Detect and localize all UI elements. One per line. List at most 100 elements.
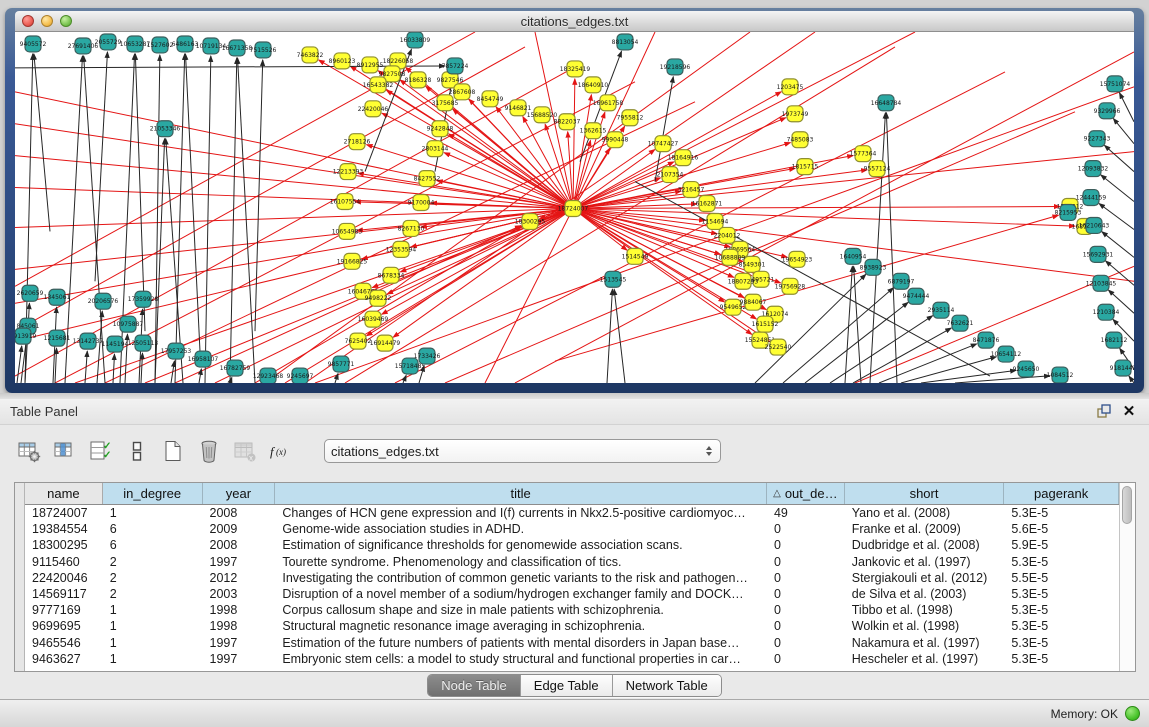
table-cell[interactable]: 0 [767,522,845,536]
network-node[interactable]: 9329966 [1094,103,1121,119]
network-edge[interactable] [607,289,612,383]
table-cell[interactable]: 5.3E-5 [1004,555,1119,569]
network-canvas[interactable]: 1872400718300295896012389129551822605898… [15,32,1134,383]
table-scrollbar-thumb[interactable] [1122,486,1132,524]
table-cell[interactable]: 6 [103,522,203,536]
table-cell[interactable]: 5.5E-5 [1004,571,1119,585]
network-node[interactable]: 16671358 [222,40,253,56]
table-cell[interactable]: de Silva et al. (2003) [845,587,1005,601]
column-header-short[interactable]: short [845,483,1005,504]
network-node[interactable]: 19218596 [660,59,691,75]
network-node[interactable]: 10654112 [991,346,1022,362]
column-header-title[interactable]: title [275,483,767,504]
table-row[interactable]: 1830029562008Estimation of significance … [25,537,1119,553]
network-node[interactable]: 6879197 [888,273,915,289]
network-node[interactable]: 16961758 [593,95,624,111]
table-cell[interactable]: Dudbridge et al. (2008) [845,538,1005,552]
table-row[interactable]: 977716911998Corpus callosum shape and si… [25,602,1119,618]
column-header-pagerank[interactable]: pagerank [1004,483,1119,504]
network-node[interactable]: 9170004 [408,195,435,211]
network-node[interactable]: 20206576 [88,293,119,309]
column-header-out_de[interactable]: △out_de… [767,483,845,504]
network-edge[interactable] [185,54,200,351]
table-cell[interactable]: 9777169 [25,603,103,617]
network-node[interactable]: 8454749 [477,91,504,107]
table-cell[interactable]: 1 [103,652,203,666]
network-node[interactable]: 2803144 [422,141,449,157]
network-node[interactable]: 8822037 [554,114,581,130]
table-row[interactable]: 2242004622012Investigating the contribut… [25,570,1119,586]
network-node[interactable]: 12213393 [333,164,364,180]
network-node[interactable]: 1577364 [850,146,877,162]
network-edge[interactable] [573,79,575,200]
table-cell[interactable]: 14569117 [25,587,103,601]
network-edge[interactable] [141,353,143,383]
table-row[interactable]: 946362711997Embryonic stem cells: a mode… [25,651,1119,667]
network-edge[interactable] [1119,93,1134,122]
table-cell[interactable]: Nakamura et al. (1997) [845,636,1005,650]
column-header-year[interactable]: year [203,483,276,504]
table-cell[interactable]: Genome-wide association studies in ADHD. [275,522,767,536]
table-cell[interactable]: 5.3E-5 [1004,603,1119,617]
table-cell[interactable]: Changes of HCN gene expression and I(f) … [275,506,767,520]
select-columns-button[interactable] [50,436,80,466]
close-panel-button[interactable]: ✕ [1119,403,1139,421]
table-cell[interactable]: 2009 [203,522,276,536]
table-row[interactable]: 1938455462009Genome-wide association stu… [25,521,1119,537]
table-cell[interactable]: 1998 [203,619,276,633]
network-node[interactable]: 9405572 [20,36,47,52]
table-row[interactable]: 969969511998Structural magnetic resonanc… [25,618,1119,634]
column-header-name[interactable]: name [25,483,103,504]
table-cell[interactable]: 0 [767,538,845,552]
network-node[interactable]: 12505113 [128,335,159,351]
table-cell[interactable]: 5.9E-5 [1004,538,1119,552]
float-panel-button[interactable] [1093,403,1113,421]
table-cell[interactable]: Wolkin et al. (1998) [845,619,1005,633]
column-pair-button[interactable] [122,436,152,466]
function-builder-button[interactable]: f (x) [266,436,296,466]
table-cell[interactable]: 22420046 [25,571,103,585]
network-node[interactable]: 16914479 [370,335,401,351]
network-node[interactable]: 12103845 [1086,275,1117,291]
table-cell[interactable]: Investigating the contribution of common… [275,571,767,585]
table-settings-button[interactable] [14,436,44,466]
network-edge[interactable] [614,289,625,383]
table-cell[interactable]: 1997 [203,636,276,650]
network-node[interactable]: 1215681 [44,330,71,346]
close-window-button[interactable] [22,15,34,27]
table-cell[interactable]: Jankovic et al. (1997) [845,555,1005,569]
network-node[interactable]: 15692931 [1083,246,1114,262]
table-cell[interactable]: 2008 [203,506,276,520]
tab-node-table[interactable]: Node Table [428,675,521,696]
network-node[interactable]: 1084512 [1047,367,1074,383]
network-edge[interactable] [1113,118,1134,143]
table-cell[interactable]: 5.3E-5 [1004,652,1119,666]
table-cell[interactable]: Tourette syndrome. Phenomenology and cla… [275,555,767,569]
network-node[interactable]: 10747427 [648,136,679,152]
table-cell[interactable]: Embryonic stem cells: a model to study s… [275,652,767,666]
table-cell[interactable]: 1997 [203,652,276,666]
network-node[interactable]: 2107354 [657,167,684,183]
network-edge[interactable] [255,60,263,331]
table-cell[interactable]: 18724007 [25,506,103,520]
table-cell[interactable]: 1 [103,619,203,633]
network-edge[interactable] [582,207,1060,209]
table-cell[interactable]: Tibbo et al. (1998) [845,603,1005,617]
network-edge[interactable] [1129,376,1134,383]
network-edge[interactable] [367,145,565,206]
table-cell[interactable]: 18300295 [25,538,103,552]
network-node[interactable]: 8813054 [612,34,639,50]
network-edge[interactable] [120,54,135,383]
table-cell[interactable]: 0 [767,571,845,585]
table-cell[interactable]: Estimation of significance thresholds fo… [275,538,767,552]
table-row[interactable]: 1456911722003Disruption of a novel membe… [25,586,1119,602]
network-edge[interactable] [1104,145,1134,171]
network-edge[interactable] [15,67,575,376]
table-cell[interactable]: 0 [767,619,845,633]
network-node[interactable]: 16782759 [220,360,251,376]
network-node[interactable]: 9245650 [1013,361,1040,377]
table-cell[interactable]: 2003 [203,587,276,601]
network-edge[interactable] [582,210,717,234]
network-node[interactable]: 18640910 [578,77,609,93]
table-row[interactable]: 1872400712008Changes of HCN gene express… [25,505,1119,521]
